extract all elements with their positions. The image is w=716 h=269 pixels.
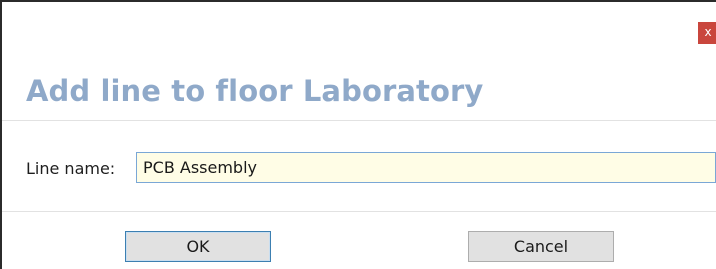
line-name-input[interactable]: [136, 152, 716, 183]
line-name-label: Line name:: [26, 159, 116, 178]
dialog-title: Add line to floor Laboratory: [26, 74, 484, 108]
button-bar-divider: [2, 211, 716, 212]
cancel-button[interactable]: Cancel: [468, 231, 614, 262]
ok-button[interactable]: OK: [125, 231, 271, 262]
close-button[interactable]: x: [698, 22, 716, 44]
close-icon[interactable]: x: [704, 25, 711, 39]
title-divider: [2, 120, 716, 121]
add-line-dialog: x Add line to floor Laboratory Line name…: [0, 0, 716, 269]
